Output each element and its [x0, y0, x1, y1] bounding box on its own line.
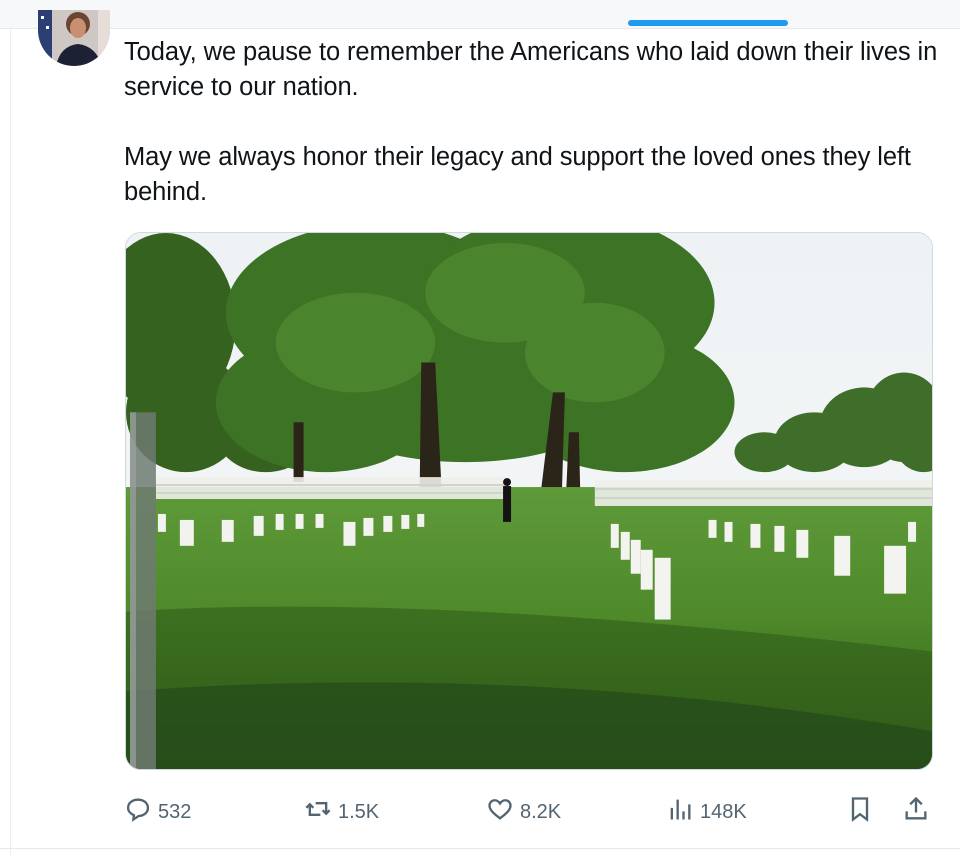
share-icon	[902, 795, 930, 829]
heart-icon	[486, 795, 514, 829]
repost-button[interactable]: 1.5K	[304, 792, 379, 832]
repost-icon	[304, 795, 332, 829]
like-button[interactable]: 8.2K	[486, 792, 561, 832]
analytics-icon	[666, 795, 694, 829]
divider	[0, 848, 960, 849]
post-photo[interactable]	[125, 232, 933, 770]
post-paragraph: May we always honor their legacy and sup…	[124, 143, 911, 206]
bookmark-icon	[846, 795, 874, 829]
reply-count: 532	[158, 800, 192, 823]
like-count: 8.2K	[520, 800, 562, 823]
reply-icon	[124, 795, 152, 829]
bookmark-button[interactable]	[846, 792, 874, 832]
top-bar	[0, 0, 960, 29]
thread-divider	[10, 28, 11, 856]
reply-button[interactable]: 532	[124, 792, 191, 832]
author-avatar[interactable]	[38, 10, 110, 66]
post-paragraph: Today, we pause to remember the American…	[124, 38, 938, 101]
views-count: 148K	[700, 800, 747, 823]
views-button[interactable]: 148K	[666, 792, 747, 832]
post-actions-bar: 532 1.5K 8.2K 148K	[120, 792, 940, 832]
scroll-indicator	[628, 20, 788, 26]
repost-count: 1.5K	[338, 800, 380, 823]
post-text: Today, we pause to remember the American…	[124, 35, 944, 210]
share-button[interactable]	[902, 792, 930, 832]
